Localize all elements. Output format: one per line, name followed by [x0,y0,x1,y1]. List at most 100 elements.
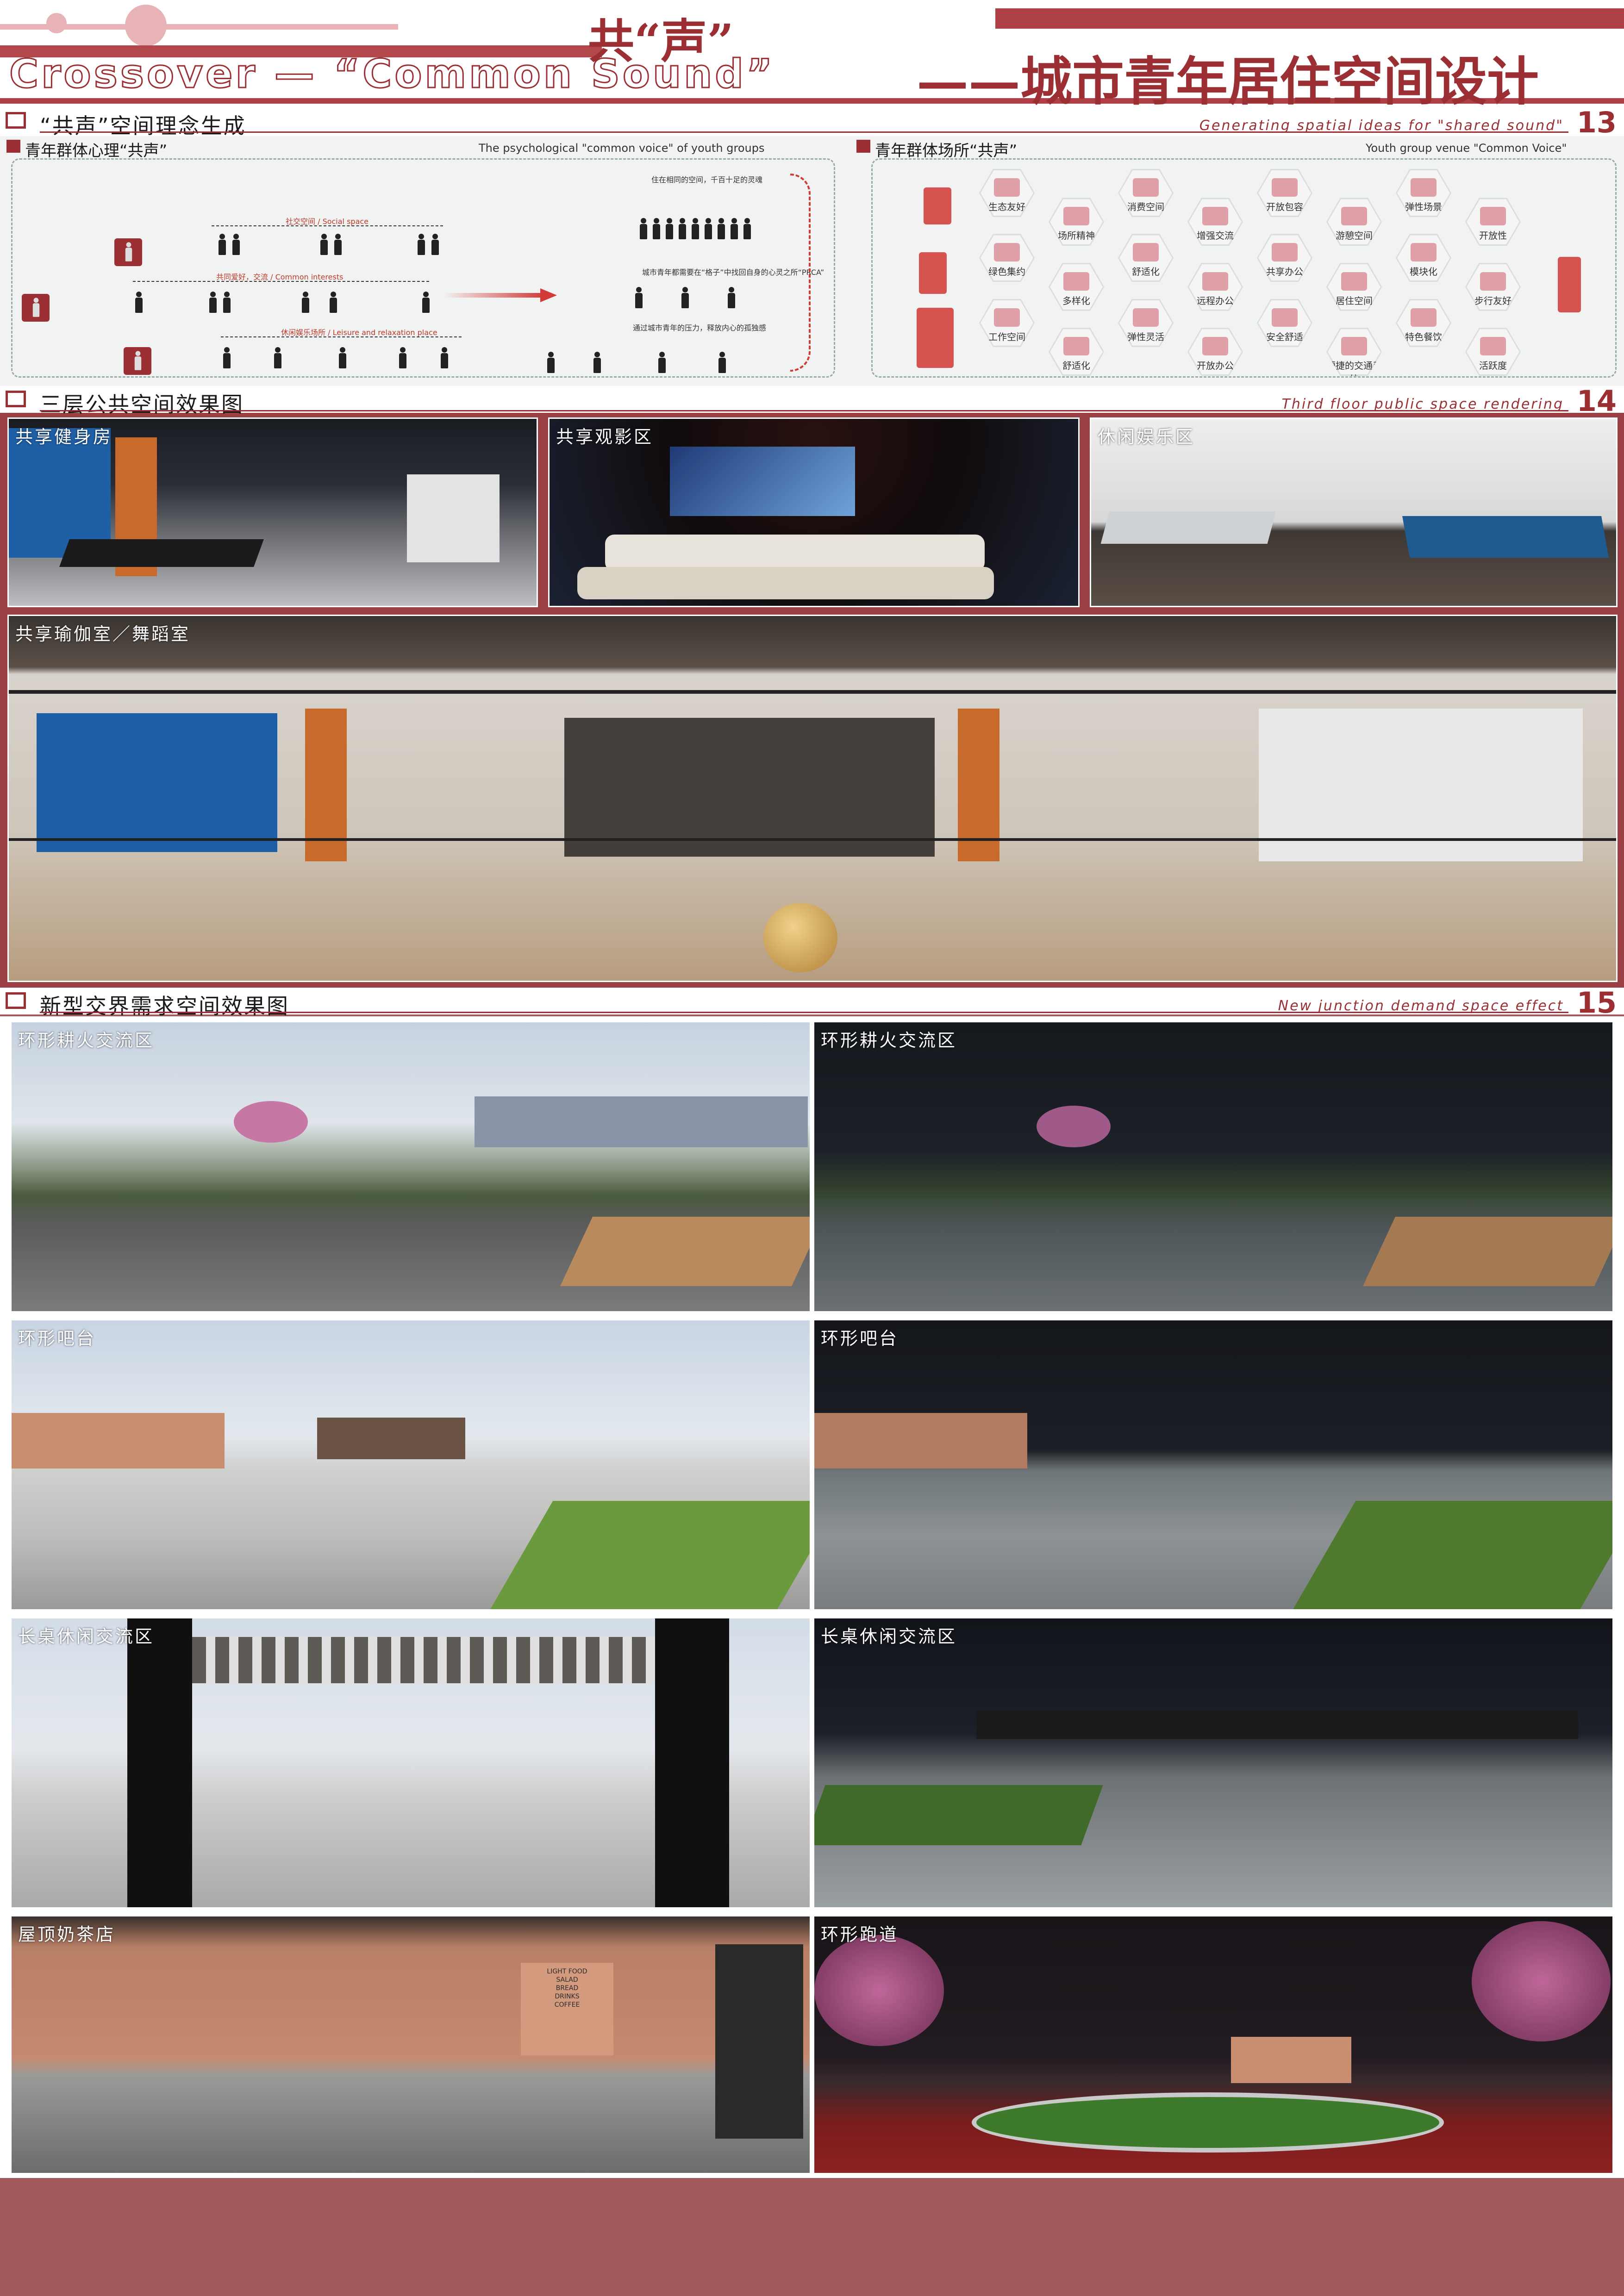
hex-cell: 工作空间 [979,299,1035,347]
note-3: 通过城市青年的压力，释放内心的孤独感 [633,324,767,332]
person-icon [327,292,339,314]
hex-cell: 开放包容 [1257,169,1312,217]
psychology-diagram: 社交空间 / Social space 共同爱好，交流 / Common int… [11,158,835,378]
hex-cell: 安全舒适 [1257,299,1312,347]
hex-cell: 活跃度 [1465,328,1521,376]
sub-header-left: 青年群体心理“共声” The psychological "common voi… [6,138,835,160]
activity-icon [1341,207,1367,226]
activity-icon [1341,272,1367,291]
activity-icon [1272,243,1298,262]
hex-cell: 消费空间 [1118,169,1174,217]
label-common-interests: 共同爱好，交流 / Common interests [216,273,344,281]
hex-cell: 增强交流 [1187,198,1243,246]
section-number: 14 [1576,384,1617,418]
hex-cell: 弹性场景 [1396,169,1451,217]
activity-icon [1063,207,1089,226]
cafe-menu-item: COFFEE [554,2001,580,2009]
person-icon [397,347,409,369]
header: 共“声” Crossover — “Common Sound” ——城市青年居住… [0,0,1624,112]
activity-icon [1480,207,1506,226]
hex-label: 远程办公 [1197,295,1234,306]
arrow-head-icon [540,288,557,302]
person-icon [716,352,728,374]
photo-label: 环形跑道 [821,1924,899,1945]
render-long-table-day: 长桌休闲交流区 [10,1617,811,1909]
hex-label: 游憩空间 [1336,230,1373,242]
hex-cell: 多样化 [1049,262,1104,311]
hex-label: 工作空间 [988,331,1025,342]
person-icon [221,292,233,314]
arrow-icon [443,293,545,298]
connector [133,281,429,282]
person-icon [332,234,344,256]
section-rule [40,131,1568,133]
activity-icon [1272,308,1298,327]
person-icon [429,234,441,256]
label-social-space: 社交空间 / Social space [286,217,369,226]
person-icon [591,352,603,374]
section-number: 13 [1576,106,1617,139]
hex-label: 多样化 [1062,295,1090,306]
person-icon [415,234,427,256]
photo-label: 休闲娱乐区 [1098,427,1195,447]
section-rule [40,410,1568,411]
photo-label: 环形吧台 [18,1328,96,1349]
hex-label: 增强交流 [1197,230,1234,242]
hex-cell: 舒适化 [1118,234,1174,282]
person-icon [337,347,349,369]
youth-figure-icon [1558,257,1581,312]
activity-icon [994,243,1020,262]
hex-label: 消费空间 [1127,201,1164,212]
hex-label: 开放包容 [1266,201,1303,212]
section-title: 新型交界需求空间效果图 [40,994,289,1019]
person-icon [318,234,330,256]
photo-label: 共享瑜伽室／舞蹈室 [15,624,191,644]
person-icon [300,292,312,314]
social-icon [114,238,142,266]
leisure-icon [124,347,151,375]
render-shared-gym: 共享健身房 [7,417,538,607]
section-title: 三层公共空间效果图 [40,392,244,417]
hex-cell: 便捷的交通系统 [1326,328,1382,376]
hex-grid: 生态友好 场所精神 消费空间 增强交流 开放包容 游憩空间 弹性场景 开放性 绿色集约 多样化 舒适… [979,169,1562,376]
render-fire-exchange-day: 环形耕火交流区 [10,1021,811,1313]
section-13-header: “共声”空间理念生成 Generating spatial ideas for … [0,106,1624,139]
activity-icon [1272,178,1298,197]
hex-cell: 舒适化 [1049,328,1104,376]
hex-label: 步行友好 [1474,295,1512,306]
venue-hex-diagram: 生态友好 场所精神 消费空间 增强交流 开放包容 游憩空间 弹性场景 开放性 绿色集约 多样化 舒适… [871,158,1617,378]
photo-label: 长桌休闲交流区 [18,1626,155,1647]
hex-cell: 弹性灵活 [1118,299,1174,347]
person-icon [230,234,242,256]
person-icon [207,292,219,314]
photo-label: 共享观影区 [556,427,654,447]
hex-cell: 居住空间 [1326,262,1382,311]
activity-icon [1133,178,1159,197]
photo-label: 环形耕火交流区 [18,1030,155,1051]
activity-icon [1202,337,1228,356]
header-bar-right [995,8,1624,29]
hex-label: 绿色集约 [988,266,1025,278]
section-marker [6,992,26,1009]
person-icon [656,352,668,374]
activity-icon [1341,337,1367,356]
section-rule [40,1012,1568,1013]
activity-icon [1133,308,1159,327]
section-15-header: 新型交界需求空间效果图 New junction demand space ef… [0,986,1624,1020]
sub-marker [6,140,20,153]
hex-label: 开放性 [1479,230,1507,242]
render-ring-track: 环形跑道 [813,1915,1614,2174]
person-icon [438,347,450,369]
interest-icon [22,294,50,322]
activity-icon [1133,243,1159,262]
render-fire-exchange-night: 环形耕火交流区 [813,1021,1614,1313]
sub-header-right: 青年群体场所“共声” Youth group venue "Common Voi… [856,138,1616,160]
activity-icon [1063,272,1089,291]
hex-cell: 场所精神 [1049,198,1104,246]
label-leisure-place: 休闲娱乐场所 / Leisure and relaxation place [281,328,437,337]
activity-icon [1411,243,1437,262]
section-number: 15 [1576,986,1617,1020]
youth-figure-icon [917,308,954,368]
hex-cell: 生态友好 [979,169,1035,217]
person-icon [679,287,691,309]
